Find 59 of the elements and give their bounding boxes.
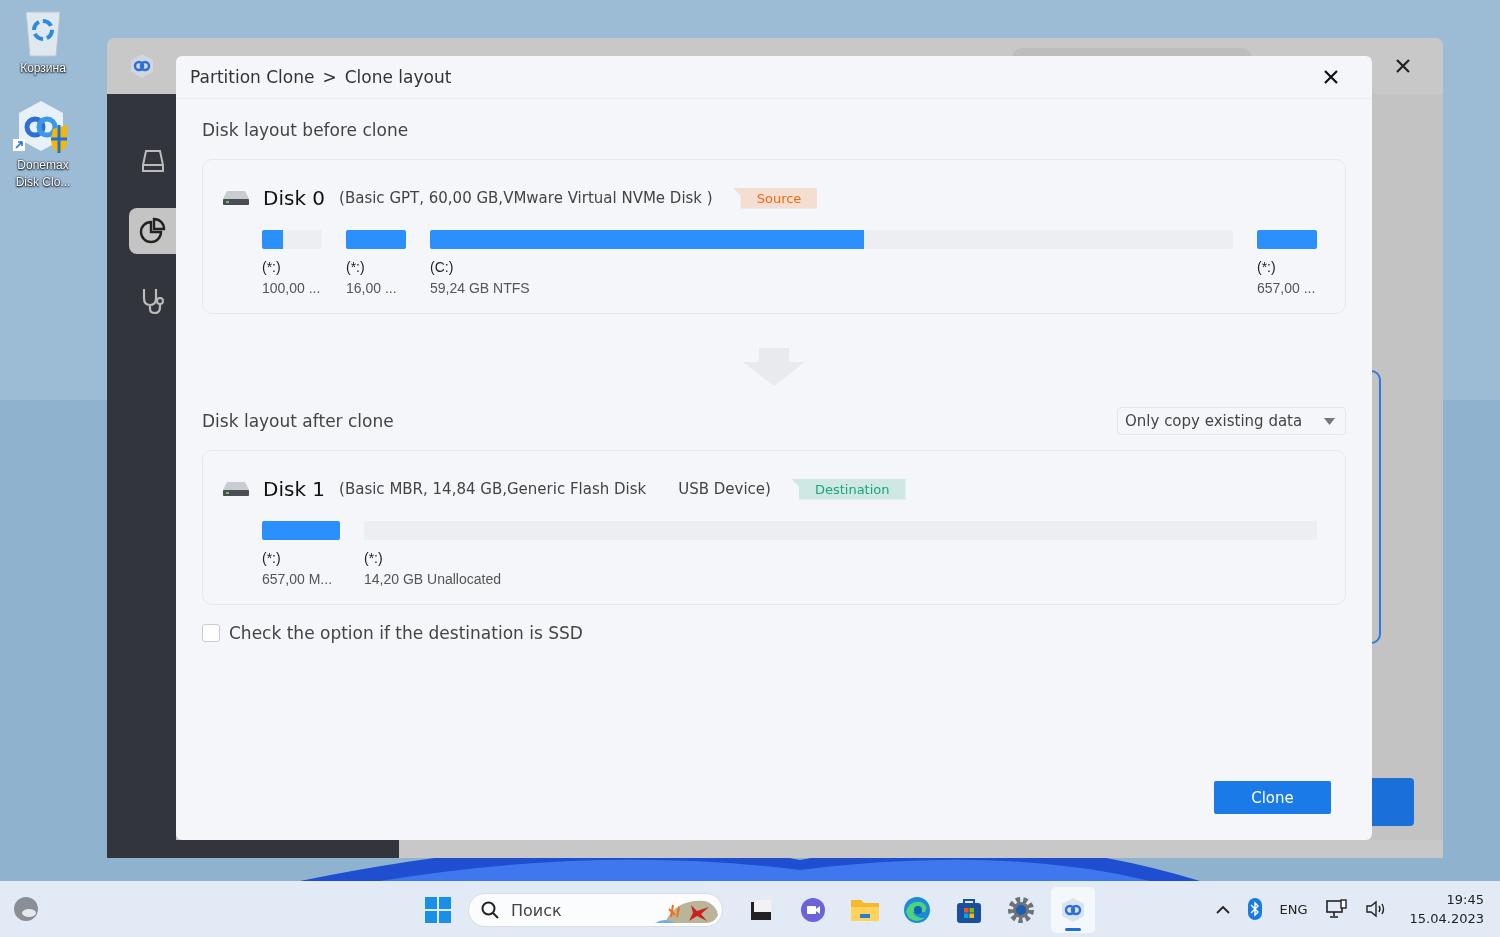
disk-role-tag: Source — [732, 187, 818, 209]
sidebar-item[interactable] — [129, 208, 176, 254]
partition-size: 657,00 ... — [1257, 279, 1317, 298]
partition-size: 100,00 ... — [262, 279, 322, 298]
disk-info: (Basic MBR, 14,84 GB,Generic Flash Disk — [339, 480, 647, 498]
section-heading: Disk layout after clone — [202, 411, 394, 431]
partition-bar[interactable] — [430, 230, 1233, 249]
network-icon[interactable] — [1325, 899, 1348, 919]
partition-size: 16,00 ... — [346, 279, 398, 298]
settings-icon — [1007, 896, 1035, 924]
close-icon[interactable] — [1324, 70, 1338, 84]
partition-size: 657,00 M... — [262, 570, 334, 589]
chevron-up-icon[interactable] — [1215, 904, 1230, 914]
section-heading: Disk layout before clone — [202, 120, 409, 140]
disk-info: (Basic GPT, 60,00 GB,VMware Virtual NVMe Disk ) — [339, 189, 713, 207]
start-icon[interactable] — [424, 896, 452, 924]
partition-label: (*:) — [364, 549, 384, 568]
dropdown-caret-icon — [1324, 417, 1335, 425]
drive-icon — [223, 191, 249, 205]
partition-label: (*:) — [346, 258, 366, 277]
clock-time[interactable]: 19:45 — [1446, 890, 1484, 909]
clock-date[interactable]: 15.04.2023 — [1409, 909, 1484, 928]
bluetooth-icon[interactable] — [1247, 898, 1262, 920]
browser-icon — [903, 896, 931, 924]
recycle-bin-icon[interactable] — [22, 8, 64, 58]
breadcrumb-item: Partition Clone — [190, 67, 315, 87]
active-indicator — [1065, 928, 1081, 931]
partition-size: 14,20 GB Unallocated — [364, 570, 502, 589]
disk-info: USB Device) — [678, 480, 771, 498]
language-indicator[interactable]: ENG — [1279, 901, 1308, 917]
partition-size: 59,24 GB NTFS — [430, 279, 531, 298]
disk-name: Disk 1 — [263, 477, 326, 501]
video-chat-icon — [799, 896, 827, 924]
partition-label: (*:) — [262, 549, 282, 568]
disk-role-tag: Destination — [790, 478, 906, 500]
app-logo-icon — [129, 53, 155, 79]
partition-bar[interactable] — [262, 230, 322, 249]
search-icon — [481, 901, 499, 919]
drive-icon — [139, 148, 166, 174]
app-logo-icon — [1059, 896, 1087, 924]
checkbox-label: Check the option if the destination is SSD — [229, 623, 583, 643]
disk-name: Disk 0 — [263, 186, 326, 210]
partition-label: (*:) — [1257, 258, 1277, 277]
ssd-checkbox[interactable] — [202, 624, 220, 642]
desktop-icon-label: Корзина — [19, 60, 67, 77]
copy-mode-dropdown[interactable]: Only copy existing data — [1117, 407, 1346, 435]
folder-icon — [850, 897, 880, 923]
partition-label: (C:) — [430, 258, 455, 277]
breadcrumb-separator: > — [322, 67, 337, 87]
breadcrumb-item: Clone layout — [344, 67, 452, 87]
window-icon — [749, 898, 773, 922]
desktop-icon-label: Donemax Disk Clo... — [14, 157, 72, 191]
drive-icon — [223, 482, 249, 496]
partition-label: (*:) — [262, 258, 282, 277]
store-icon — [955, 896, 983, 924]
clone-button[interactable]: Clone — [1214, 781, 1331, 814]
pie-chart-icon — [138, 217, 167, 245]
close-icon[interactable] — [1396, 59, 1410, 73]
weather-icon[interactable] — [13, 896, 39, 922]
